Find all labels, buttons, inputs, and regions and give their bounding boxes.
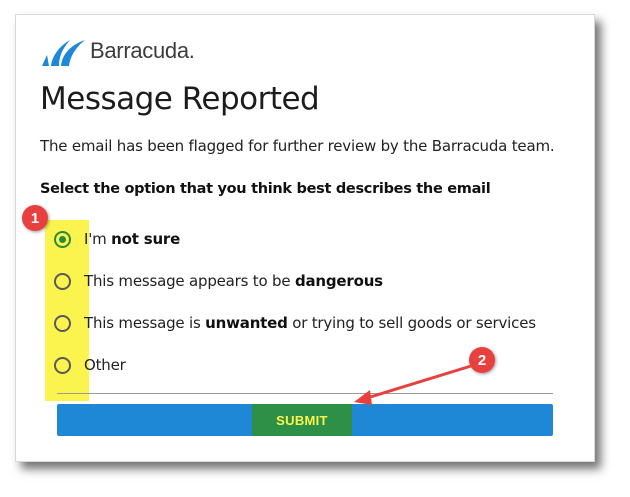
option-label: This message is unwanted or trying to se… [84, 314, 536, 332]
option-label: I'm not sure [84, 230, 181, 248]
divider [57, 393, 553, 394]
radio-not-sure[interactable] [54, 230, 71, 248]
option-label: Other [84, 356, 126, 374]
option-not-sure[interactable]: I'm not sure [54, 228, 180, 250]
radio-other[interactable] [54, 356, 71, 374]
option-label: This message appears to be dangerous [84, 272, 383, 290]
radio-dangerous[interactable] [54, 272, 71, 290]
submit-button[interactable]: SUBMIT [252, 404, 352, 436]
radio-unwanted[interactable] [54, 314, 71, 332]
report-dialog: Barracuda. Message Reported The email ha… [15, 14, 595, 462]
barracuda-fin-icon [42, 40, 85, 66]
option-dangerous[interactable]: This message appears to be dangerous [54, 270, 383, 292]
option-unwanted[interactable]: This message is unwanted or trying to se… [54, 312, 536, 334]
brand-logo: Barracuda. [40, 27, 195, 67]
brand-name: Barracuda. [90, 38, 195, 63]
annotation-badge-1: 1 [22, 205, 48, 231]
annotation-badge-2: 2 [469, 347, 495, 373]
page-title: Message Reported [40, 81, 320, 117]
page-description: The email has been flagged for further r… [40, 137, 555, 155]
option-other[interactable]: Other [54, 354, 126, 376]
question-label: Select the option that you think best de… [40, 181, 491, 197]
